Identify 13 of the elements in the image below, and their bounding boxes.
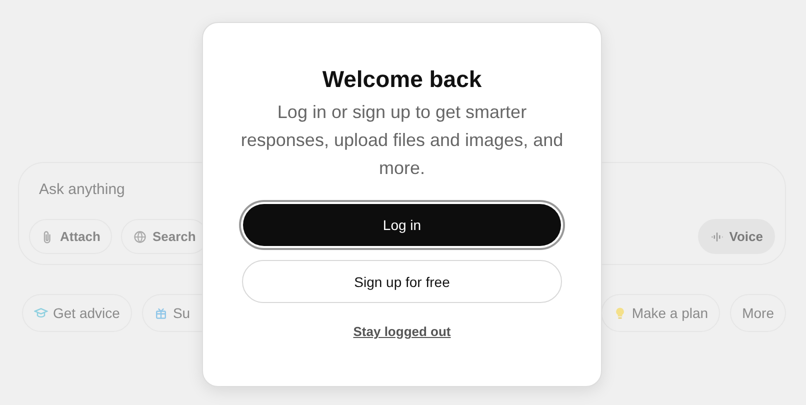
dialog-title: Welcome back <box>322 65 482 94</box>
globe-icon <box>133 230 148 244</box>
voice-button[interactable]: Voice <box>698 219 775 254</box>
dialog-message: Log in or sign up to get smarter responses, upload files and images, and more. <box>240 101 564 180</box>
gift-icon <box>154 306 168 320</box>
stay-logged-out-link[interactable]: Stay logged out <box>353 324 451 339</box>
login-button[interactable]: Log in <box>243 204 561 246</box>
tool-button[interactable]: Attach <box>29 219 112 254</box>
suggestion-chip[interactable]: Get advice <box>22 294 132 332</box>
graduation-cap-icon <box>34 306 48 320</box>
signup-button[interactable]: Sign up for free <box>242 260 562 303</box>
message-input[interactable]: Ask anything <box>29 177 209 202</box>
suggestion-chip[interactable]: More <box>730 294 786 332</box>
